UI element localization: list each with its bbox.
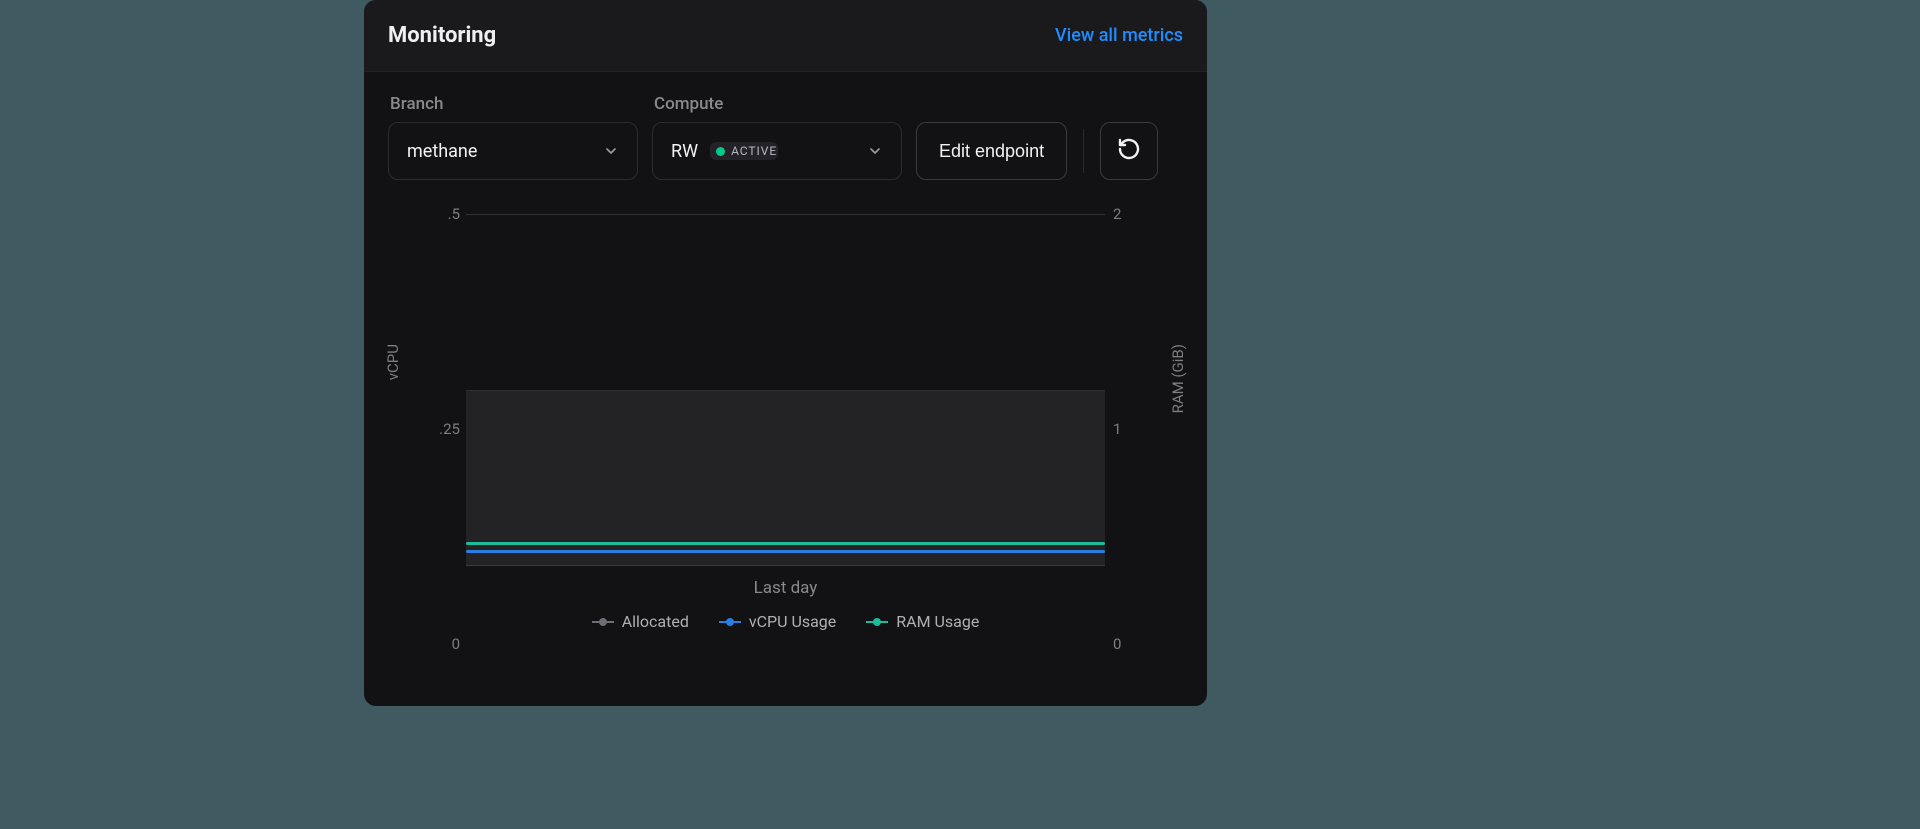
vcpu-tick-max: .5 — [428, 205, 460, 223]
controls-row: Branch methane Compute RW ACTIVE — [364, 72, 1207, 180]
vcpu-tick-zero: 0 — [428, 635, 460, 653]
legend-swatch-icon — [719, 621, 741, 623]
edit-endpoint-button[interactable]: Edit endpoint — [916, 122, 1067, 180]
chevron-down-icon — [867, 143, 883, 159]
refresh-icon — [1117, 137, 1141, 166]
branch-select[interactable]: methane — [388, 122, 638, 180]
legend-item-vcpu: vCPU Usage — [719, 612, 836, 631]
branch-field: Branch methane — [388, 94, 638, 180]
status-text: ACTIVE — [731, 144, 777, 158]
allocated-band — [466, 390, 1105, 566]
ram-tick-max: 2 — [1113, 205, 1137, 223]
status-badge: ACTIVE — [710, 142, 778, 160]
legend-item-allocated: Allocated — [592, 612, 689, 631]
legend-swatch-icon — [592, 621, 614, 623]
x-axis-caption: Last day — [388, 578, 1183, 598]
legend-swatch-icon — [866, 621, 888, 623]
branch-value: methane — [407, 141, 477, 162]
grid-line — [466, 390, 1105, 391]
panel-title: Monitoring — [388, 23, 496, 48]
chevron-down-icon — [603, 143, 619, 159]
compute-field: Compute RW ACTIVE — [652, 94, 902, 180]
ram-tick-zero: 0 — [1113, 635, 1137, 653]
compute-mode: RW — [671, 141, 698, 162]
vcpu-tick-mid: .25 — [428, 420, 460, 438]
ram-tick-mid: 1 — [1113, 420, 1137, 438]
monitoring-panel: Monitoring View all metrics Branch metha… — [364, 0, 1207, 706]
grid-line — [466, 565, 1105, 566]
grid-line — [466, 214, 1105, 215]
status-dot-icon — [716, 147, 725, 156]
vcpu-usage-line — [466, 550, 1105, 553]
compute-label: Compute — [652, 94, 902, 114]
legend-item-ram: RAM Usage — [866, 612, 979, 631]
y-axis-right-label: RAM (GiB) — [1169, 344, 1187, 413]
refresh-button[interactable] — [1100, 122, 1158, 180]
y-axis-left-label: vCPU — [384, 344, 402, 380]
panel-header: Monitoring View all metrics — [364, 0, 1207, 72]
view-all-metrics-link[interactable]: View all metrics — [1055, 25, 1183, 46]
plot-area — [466, 214, 1105, 566]
usage-chart: vCPU RAM (GiB) .5 .25 0 2 1 0 Last day A… — [388, 214, 1183, 644]
ram-usage-line — [466, 542, 1105, 545]
branch-label: Branch — [388, 94, 638, 114]
vertical-separator — [1083, 129, 1084, 173]
compute-select[interactable]: RW ACTIVE — [652, 122, 902, 180]
legend: Allocated vCPU Usage RAM Usage — [388, 612, 1183, 631]
